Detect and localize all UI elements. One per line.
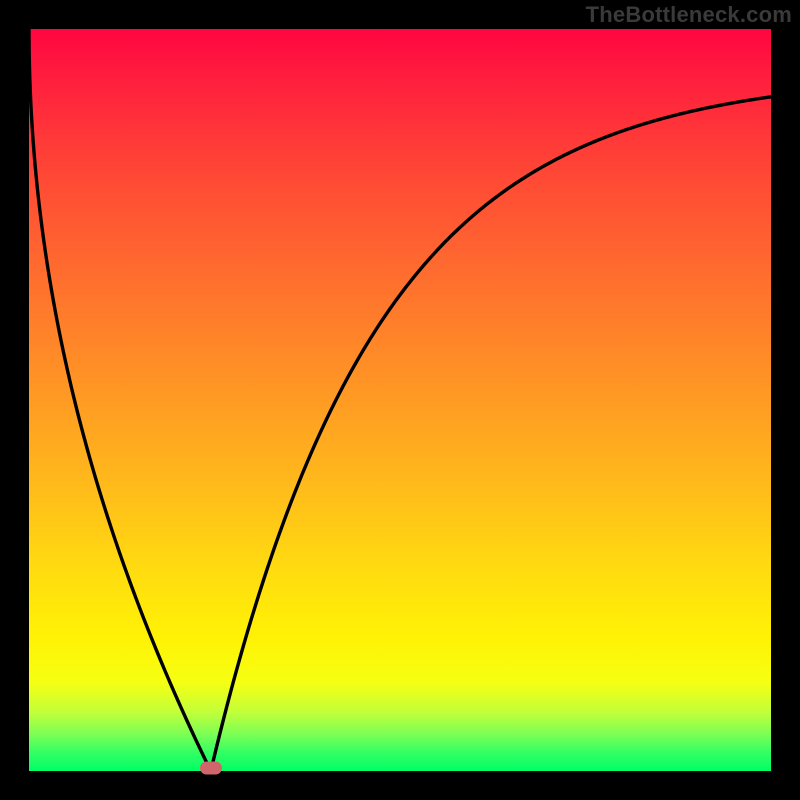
plot-area [29, 29, 771, 771]
curve-svg [29, 29, 771, 771]
attribution-text: TheBottleneck.com [586, 2, 792, 28]
chart-frame: TheBottleneck.com [0, 0, 800, 800]
minimum-marker [200, 762, 222, 775]
bottleneck-curve [29, 29, 771, 771]
